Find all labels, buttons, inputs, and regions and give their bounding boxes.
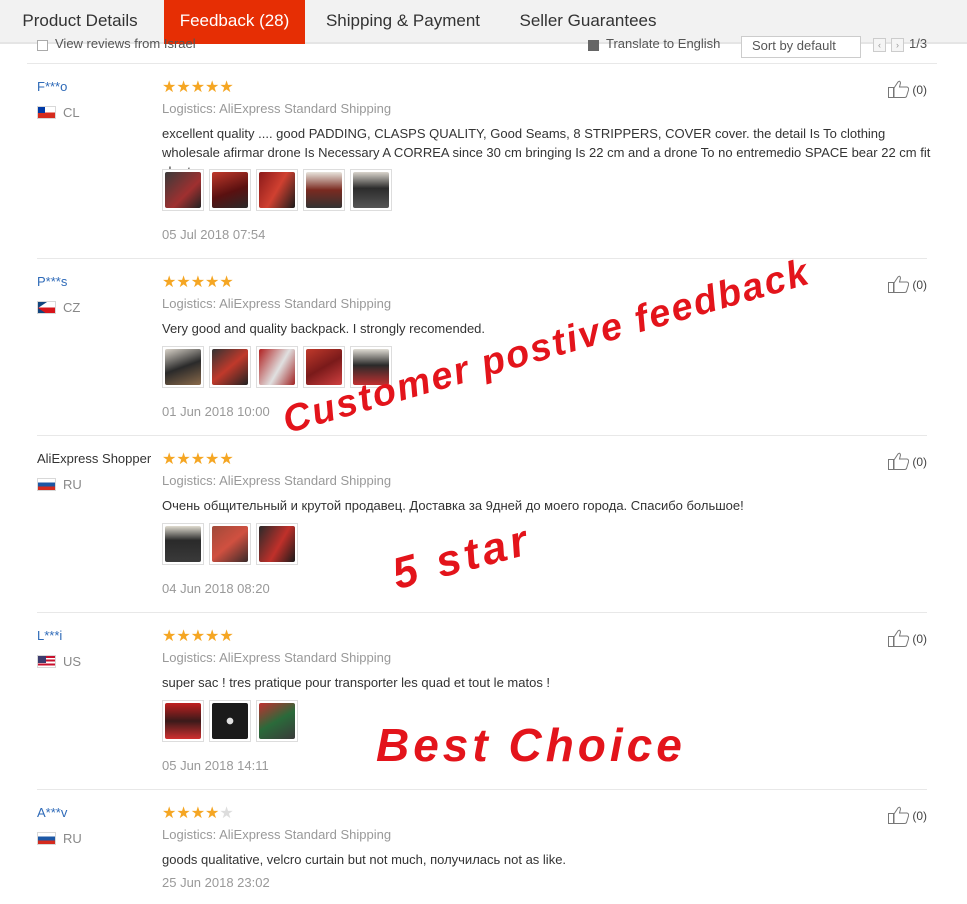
review-photo[interactable] [256,523,298,565]
rating-stars: ★★★★★ [162,805,234,822]
review-photo[interactable] [162,700,204,742]
translate-checkbox[interactable] [588,40,599,51]
review-date: 25 Jun 2018 23:02 [162,875,270,890]
rating-stars: ★★★★★ [162,451,234,468]
helpful-button[interactable]: (0) [888,806,927,824]
promo-best-choice: Best Choice [376,719,686,771]
flag-cz-icon [37,301,56,314]
review-photo[interactable] [162,346,204,388]
review-comment: Очень общительный и крутой продавец. Дос… [162,498,744,513]
review-comment: super sac ! tres pratique pour transport… [162,675,551,690]
reviewer-name: AliExpress Shopper [37,451,152,466]
reviewer-country: US [37,654,81,669]
logistics-info: Logistics: AliExpress Standard Shipping [162,650,392,665]
review-item: F***o CL ★★★★★ Logistics: AliExpress Sta… [27,64,930,259]
reviewer-name[interactable]: A***v [37,805,67,820]
rating-stars: ★★★★★ [162,79,234,96]
thumbs-up-icon [888,629,910,647]
review-photo[interactable] [350,169,392,211]
review-photo[interactable] [162,523,204,565]
review-photo[interactable] [209,523,251,565]
review-photo[interactable] [256,700,298,742]
flag-us-icon [37,655,56,668]
reviewer-name[interactable]: L***i [37,628,62,643]
review-photos [162,700,303,742]
sort-select[interactable]: Sort by default [741,36,861,58]
helpful-button[interactable]: (0) [888,275,927,293]
review-photos [162,169,397,211]
review-photo[interactable] [256,346,298,388]
logistics-info: Logistics: AliExpress Standard Shipping [162,827,392,842]
review-item: A***v RU ★★★★★ Logistics: AliExpress Sta… [27,790,927,904]
review-date: 01 Jun 2018 10:00 [162,404,270,419]
prev-page-button[interactable]: ‹ [873,38,886,52]
thumbs-up-icon [888,806,910,824]
flag-ru-icon [37,478,56,491]
reviewer-country: CL [37,105,80,120]
thumbs-up-icon [888,452,910,470]
thumbs-up-icon [888,80,910,98]
logistics-info: Logistics: AliExpress Standard Shipping [162,473,392,488]
review-photo[interactable] [209,700,251,742]
rating-stars: ★★★★★ [162,628,234,645]
view-reviews-checkbox[interactable] [37,40,48,51]
reviewer-country: CZ [37,300,80,315]
page-indicator: 1/3 [909,36,928,51]
translate-label: Translate to English [606,36,721,51]
view-reviews-label: View reviews from Israel [55,36,196,51]
review-date: 04 Jun 2018 08:20 [162,581,270,596]
helpful-button[interactable]: (0) [888,80,927,98]
review-date: 05 Jun 2018 14:11 [162,758,269,773]
flag-ru-icon [37,832,56,845]
review-photo[interactable] [162,169,204,211]
review-photo[interactable] [209,169,251,211]
rating-stars: ★★★★★ [162,274,234,291]
next-page-button[interactable]: › [891,38,904,52]
reviewer-name[interactable]: F***o [37,79,67,94]
review-photo[interactable] [303,346,345,388]
thumbs-up-icon [888,275,910,293]
reviewer-country: RU [37,477,82,492]
review-photos [162,523,303,565]
review-date: 05 Jul 2018 07:54 [162,227,266,242]
review-item: AliExpress Shopper RU ★★★★★ Logistics: A… [27,436,927,613]
helpful-button[interactable]: (0) [888,452,927,470]
reviewer-name[interactable]: P***s [37,274,67,289]
review-photo[interactable] [256,169,298,211]
review-comment: goods qualitative, velcro curtain but no… [162,852,567,867]
logistics-info: Logistics: AliExpress Standard Shipping [162,101,392,116]
review-photo[interactable] [209,346,251,388]
review-filters: View reviews from Israel Translate to En… [0,36,967,62]
flag-cl-icon [37,106,56,119]
helpful-button[interactable]: (0) [888,629,927,647]
reviewer-country: RU [37,831,82,846]
logistics-info: Logistics: AliExpress Standard Shipping [162,296,392,311]
review-photo[interactable] [303,169,345,211]
